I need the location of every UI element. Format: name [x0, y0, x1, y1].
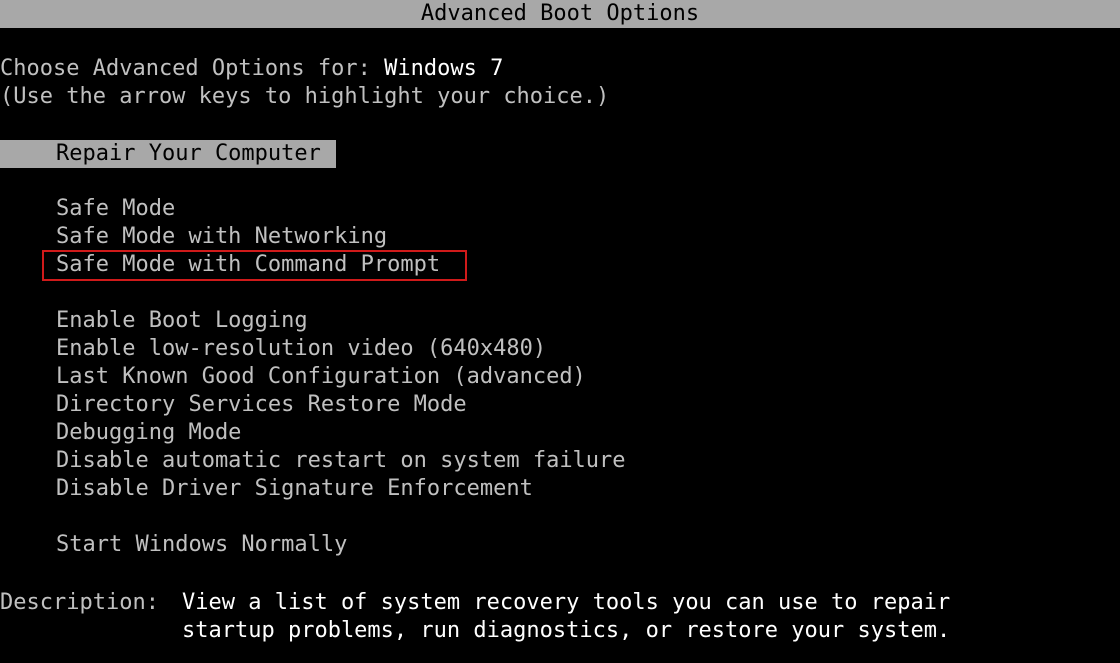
option-safe-mode-networking[interactable]: Safe Mode with Networking: [56, 223, 387, 251]
option-enable-boot-logging[interactable]: Enable Boot Logging: [56, 307, 308, 335]
option-safe-mode[interactable]: Safe Mode: [56, 195, 175, 223]
os-name: Windows 7: [384, 56, 504, 81]
option-disable-driver-signature[interactable]: Disable Driver Signature Enforcement: [56, 475, 533, 503]
instruction-text: (Use the arrow keys to highlight your ch…: [0, 84, 610, 109]
option-last-known-good[interactable]: Last Known Good Configuration (advanced): [56, 363, 586, 391]
option-start-windows-normally[interactable]: Start Windows Normally: [56, 531, 347, 559]
description-line-2: startup problems, run diagnostics, or re…: [182, 618, 951, 643]
option-debugging-mode[interactable]: Debugging Mode: [56, 419, 241, 447]
choose-prompt: Choose Advanced Options for: Windows 7: [0, 55, 503, 83]
description-line-1: View a list of system recovery tools you…: [182, 590, 951, 615]
option-directory-services-restore[interactable]: Directory Services Restore Mode: [56, 391, 467, 419]
prompt-label: Choose Advanced Options for:: [0, 56, 385, 81]
highlight-annotation-box: [42, 250, 467, 281]
description-text: View a list of system recovery tools you…: [182, 589, 950, 645]
option-repair-your-computer[interactable]: Repair Your Computer: [0, 140, 336, 168]
option-low-resolution-video[interactable]: Enable low-resolution video (640x480): [56, 335, 546, 363]
title: Advanced Boot Options: [420, 1, 700, 26]
description-label: Description:: [0, 590, 159, 615]
option-label: Repair Your Computer: [56, 141, 321, 166]
option-disable-auto-restart[interactable]: Disable automatic restart on system fail…: [56, 447, 626, 475]
title-bar: Advanced Boot Options: [0, 0, 1120, 28]
